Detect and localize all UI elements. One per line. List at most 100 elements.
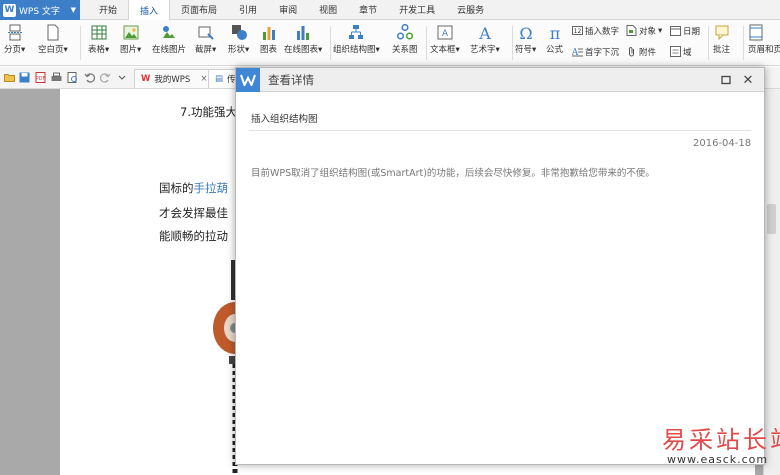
insert-number-label: 插入数字 bbox=[585, 26, 620, 37]
menu-tab[interactable]: 审阅 bbox=[268, 0, 308, 19]
menu-tab[interactable]: 插入 bbox=[128, 0, 171, 21]
chevron-down-icon: ▼ bbox=[70, 6, 76, 14]
online-picture-label: 在线图片 bbox=[152, 45, 187, 55]
table-button[interactable]: 表格▾ bbox=[88, 24, 109, 56]
scrollbar-thumb[interactable] bbox=[767, 204, 776, 234]
screenshot-button[interactable]: 截屏▾ bbox=[195, 24, 216, 56]
app-name: WPS 文字 bbox=[19, 6, 60, 17]
org-chart-button[interactable]: 组织结构图▾ bbox=[333, 24, 380, 56]
customize-toolbar-icon[interactable] bbox=[118, 72, 126, 83]
menu-tab[interactable]: 章节 bbox=[348, 0, 388, 19]
menu-tab[interactable]: 页面布局 bbox=[170, 0, 228, 19]
attachment-label: 附件 bbox=[639, 47, 657, 58]
blank-page-label: 空白页 bbox=[38, 45, 64, 55]
attachment-button[interactable]: 附件 bbox=[626, 45, 656, 58]
svg-text:12: 12 bbox=[574, 28, 582, 35]
notice-body: 目前WPS取消了组织结构图(或SmartArt)的功能，后续会尽快修复。非常抱歉… bbox=[251, 168, 655, 179]
dialog-header[interactable]: 查看详情 bbox=[236, 67, 764, 92]
wps-logo-icon: W bbox=[3, 3, 16, 17]
export-pdf-icon[interactable]: PDF bbox=[35, 72, 46, 83]
print-icon[interactable] bbox=[51, 72, 62, 83]
calendar-icon bbox=[670, 26, 681, 36]
org-chart-icon bbox=[349, 25, 364, 39]
word-art-icon: A bbox=[478, 24, 491, 41]
comment-button[interactable]: 批注 bbox=[713, 24, 730, 56]
field-button[interactable]: 域 bbox=[670, 45, 692, 58]
object-label: 对象 bbox=[639, 26, 657, 37]
ribbon-toolbar: 分页▾ 空白页▾ 表格▾ 图片▾ 在线图片 截屏▾ 形状▾ 图表 在线图表▾ 组… bbox=[0, 20, 780, 66]
header-footer-label: 页眉和页 bbox=[748, 45, 780, 55]
menu-tab[interactable]: 云服务 bbox=[446, 0, 495, 19]
save-icon[interactable] bbox=[19, 72, 30, 83]
table-label: 表格 bbox=[88, 45, 106, 55]
open-folder-icon[interactable] bbox=[4, 72, 15, 83]
relation-chart-button[interactable]: 关系图 bbox=[392, 24, 418, 56]
online-picture-icon bbox=[163, 26, 175, 38]
watermark-logo: 易采站长站 bbox=[662, 426, 780, 454]
field-icon bbox=[670, 46, 681, 57]
maximize-icon[interactable] bbox=[720, 74, 732, 86]
table-icon bbox=[91, 25, 107, 40]
text-box-label: 文本框 bbox=[430, 45, 456, 55]
picture-icon bbox=[123, 25, 139, 40]
blank-page-icon bbox=[47, 24, 59, 41]
redo-icon[interactable] bbox=[100, 72, 111, 83]
shape-icon bbox=[231, 25, 247, 40]
online-chart-button[interactable]: 在线图表▾ bbox=[284, 24, 322, 56]
doc-tab-my-wps-label: 我的WPS bbox=[154, 75, 191, 85]
page-break-label: 分页 bbox=[4, 45, 22, 55]
date-label: 日期 bbox=[683, 26, 701, 37]
bar-chart-icon bbox=[262, 27, 275, 40]
word-art-button[interactable]: A 艺术字▾ bbox=[470, 24, 500, 56]
comment-label: 批注 bbox=[713, 45, 731, 55]
close-icon[interactable]: × bbox=[200, 74, 207, 84]
object-button[interactable]: 对象 ▾ bbox=[626, 24, 662, 37]
date-button[interactable]: 日期 bbox=[670, 24, 700, 37]
blank-page-button[interactable]: 空白页▾ bbox=[38, 24, 68, 56]
dialog-title: 查看详情 bbox=[268, 72, 314, 87]
page-break-button[interactable]: 分页▾ bbox=[4, 24, 25, 56]
document-text-line[interactable]: 国标的手拉葫 bbox=[159, 180, 228, 196]
menu-bar: W WPS 文字 ▼ 开始 插入 页面布局 引用 审阅 视图 章节 开发工具 云服务 bbox=[0, 0, 780, 21]
drop-cap-button[interactable]: A 首字下沉 bbox=[572, 45, 619, 58]
drop-cap-label: 首字下沉 bbox=[585, 47, 620, 58]
text-box-icon: A bbox=[437, 25, 453, 40]
print-preview-icon[interactable] bbox=[67, 72, 78, 83]
formula-label: 公式 bbox=[546, 45, 564, 55]
menu-tab[interactable]: 引用 bbox=[228, 0, 268, 19]
document-text-line[interactable]: 才会发挥最佳 bbox=[159, 205, 228, 221]
relation-chart-icon bbox=[396, 24, 413, 40]
header-footer-button[interactable]: 页眉和页 bbox=[748, 24, 780, 56]
picture-button[interactable]: 图片▾ bbox=[120, 24, 141, 56]
text-box-button[interactable]: A 文本框▾ bbox=[430, 24, 460, 56]
view-details-dialog: 查看详情 ✕ 插入组织结构图 2016-04-18 目前WPS取消了组织结构图(… bbox=[235, 67, 765, 465]
document-text-line[interactable]: 能顺畅的拉动 bbox=[159, 228, 228, 244]
shape-button[interactable]: 形状▾ bbox=[228, 24, 249, 56]
insert-number-button[interactable]: 12 插入数字 bbox=[572, 24, 619, 37]
document-text-line[interactable]: 7.功能强大 bbox=[180, 104, 237, 120]
screenshot-label: 截屏 bbox=[195, 45, 213, 55]
menu-tab[interactable]: 视图 bbox=[308, 0, 348, 19]
page-break-icon bbox=[7, 24, 22, 41]
chart-button[interactable]: 图表 bbox=[260, 24, 277, 56]
notice-date: 2016-04-18 bbox=[693, 138, 752, 149]
svg-text:A: A bbox=[442, 29, 449, 39]
doc-tab-my-wps[interactable]: W 我的WPS × bbox=[134, 69, 215, 88]
formula-button[interactable]: π 公式 bbox=[546, 24, 563, 56]
menu-tab[interactable]: 开发工具 bbox=[388, 0, 446, 19]
vertical-scrollbar[interactable] bbox=[763, 89, 780, 475]
screenshot-icon bbox=[198, 26, 214, 40]
org-chart-label: 组织结构图 bbox=[333, 45, 376, 55]
field-label: 域 bbox=[683, 47, 692, 58]
paperclip-icon bbox=[629, 47, 634, 57]
online-picture-button[interactable]: 在线图片 bbox=[152, 24, 186, 56]
app-menu-button[interactable]: W WPS 文字 ▼ bbox=[0, 0, 80, 20]
menu-tab[interactable]: 开始 bbox=[88, 0, 128, 19]
svg-text:π: π bbox=[549, 24, 560, 41]
symbol-label: 符号 bbox=[515, 45, 533, 55]
close-icon[interactable]: ✕ bbox=[741, 73, 755, 88]
symbol-button[interactable]: Ω 符号▾ bbox=[515, 24, 536, 56]
divider bbox=[249, 130, 751, 131]
header-footer-icon bbox=[749, 24, 763, 41]
undo-icon[interactable] bbox=[84, 72, 95, 83]
